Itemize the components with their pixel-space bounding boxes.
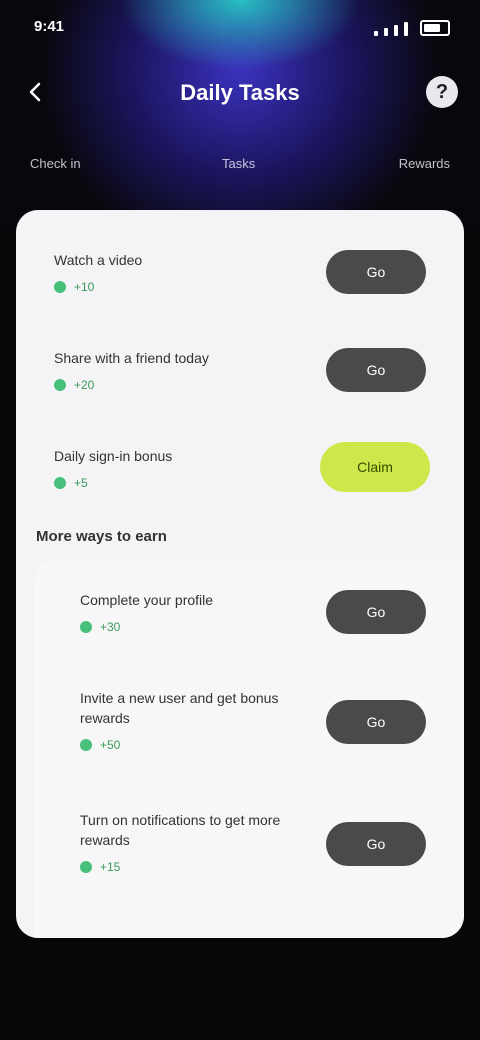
page-title: Daily Tasks bbox=[180, 80, 300, 105]
task-title: Complete your profile bbox=[80, 592, 214, 608]
coin-icon bbox=[54, 281, 66, 293]
coin-icon bbox=[80, 861, 92, 873]
subnav-check-in[interactable]: Check in bbox=[30, 156, 81, 171]
task-title: Watch a video bbox=[54, 252, 143, 268]
task-item: Turn on notifications to get more reward… bbox=[34, 810, 464, 900]
subnav-rewards[interactable]: Rewards bbox=[399, 156, 450, 171]
coin-icon bbox=[54, 477, 66, 489]
help-button[interactable]: ? bbox=[426, 76, 458, 108]
task-item: Watch a video +10 Go bbox=[16, 250, 464, 340]
status-icons bbox=[374, 20, 450, 36]
top-app-bar: Daily Tasks ? bbox=[0, 62, 480, 122]
task-reward-value: +50 bbox=[100, 738, 121, 752]
task-title: Turn on notifications to get more reward… bbox=[80, 812, 281, 848]
task-go-button[interactable]: Go bbox=[326, 700, 426, 744]
task-reward-value: +15 bbox=[100, 860, 121, 874]
signal-icon bbox=[374, 31, 378, 36]
task-go-button[interactable]: Go bbox=[326, 348, 426, 392]
task-reward: +10 bbox=[54, 280, 94, 294]
task-item: Daily sign-in bonus +5 Claim bbox=[16, 442, 464, 536]
task-go-button[interactable]: Go bbox=[326, 250, 426, 294]
task-go-button[interactable]: Go bbox=[326, 590, 426, 634]
task-claim-button[interactable]: Claim bbox=[320, 442, 430, 492]
tasks-card: Watch a video +10 Go Share with a friend… bbox=[16, 210, 464, 938]
task-item: Complete your profile +30 Go bbox=[34, 590, 464, 680]
task-reward-value: +10 bbox=[74, 280, 95, 294]
task-title: Share with a friend today bbox=[54, 350, 209, 366]
signal-bar bbox=[394, 25, 398, 36]
task-title: Invite a new user and get bonus rewards bbox=[80, 690, 279, 726]
coin-icon bbox=[80, 739, 92, 751]
coin-icon bbox=[54, 379, 66, 391]
status-bar: 9:41 bbox=[0, 0, 480, 52]
coin-icon bbox=[80, 621, 92, 633]
task-reward-value: +5 bbox=[74, 476, 88, 490]
task-reward: +5 bbox=[54, 476, 88, 490]
task-reward-value: +20 bbox=[74, 378, 95, 392]
task-reward: +50 bbox=[80, 738, 120, 752]
task-item: Share with a friend today +20 Go bbox=[16, 348, 464, 438]
signal-bar bbox=[384, 28, 388, 36]
help-icon: ? bbox=[435, 80, 449, 103]
signal-bar bbox=[404, 22, 408, 36]
task-reward: +15 bbox=[80, 860, 120, 874]
bottom-area bbox=[0, 962, 480, 1040]
subnav-tasks[interactable]: Tasks bbox=[222, 156, 255, 171]
section-title: More ways to earn bbox=[36, 528, 167, 545]
task-reward-value: +30 bbox=[100, 620, 121, 634]
battery-icon bbox=[420, 20, 450, 36]
task-reward: +30 bbox=[80, 620, 120, 634]
task-title: Daily sign-in bonus bbox=[54, 448, 173, 464]
task-reward: +20 bbox=[54, 378, 94, 392]
more-tasks-panel: Complete your profile +30 Go Invite a ne… bbox=[34, 560, 464, 938]
task-go-button[interactable]: Go bbox=[326, 822, 426, 866]
task-item: Invite a new user and get bonus rewards … bbox=[34, 688, 464, 778]
status-time: 9:41 bbox=[34, 18, 65, 35]
header-subnav: Check in Tasks Rewards bbox=[0, 150, 480, 180]
